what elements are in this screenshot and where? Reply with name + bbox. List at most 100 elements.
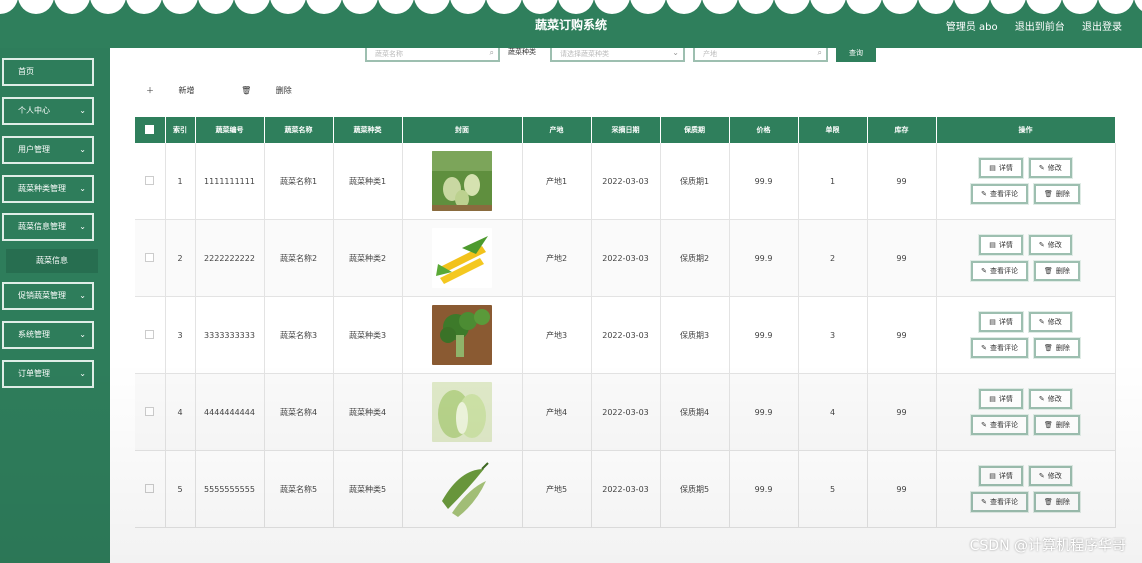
cell-cover — [402, 296, 523, 374]
cell-limit: 3 — [798, 296, 868, 374]
edit-icon: ✎ — [1038, 164, 1045, 172]
cell-limit: 1 — [798, 143, 868, 220]
column-header: 库存 — [867, 117, 937, 143]
detail-button[interactable]: ▤ 详情 — [979, 466, 1023, 486]
sidebar-subitem-veg-info[interactable]: 蔬菜信息 — [6, 249, 98, 273]
delete-button[interactable]: 🗑 删除 — [1033, 492, 1080, 512]
delete-label: 删除 — [275, 86, 292, 95]
cell-date: 2022-03-03 — [591, 219, 661, 297]
review-label: 查看评论 — [989, 344, 1018, 352]
sidebar-item-veg-info[interactable]: 蔬菜信息管理 ⌄ — [2, 213, 94, 241]
table-row: 5 5555555555 蔬菜名称5 蔬菜种类5 产地5 2022-03-03 保质期5 99… — [135, 450, 1116, 528]
query-button[interactable]: 查询 — [836, 48, 876, 62]
corn-cover-image — [432, 228, 492, 288]
logout-link[interactable]: 退出登录 — [1082, 22, 1122, 33]
delete-button[interactable]: 🗑 删除 — [1033, 338, 1080, 358]
edit-button[interactable]: ✎ 修改 — [1028, 158, 1072, 178]
cell-shelf-life: 保质期5 — [660, 450, 730, 528]
column-header: 价格 — [729, 117, 799, 143]
main-content: 蔬菜名称 ⌕ 蔬菜种类 请选择蔬菜种类 ⌄ 产地 ⌕ 查询 ＋ 新增 🗑 删除 … — [110, 48, 1142, 563]
cell-name: 蔬菜名称1 — [264, 143, 334, 220]
cell-price: 99.9 — [729, 143, 799, 220]
edit-label: 修改 — [1047, 241, 1062, 249]
cell-actions: ▤ 详情 ✎ 修改 ✎ 查看评论 🗑 删除 — [936, 296, 1116, 374]
sidebar-item-label: 蔬菜种类管理 — [18, 184, 66, 193]
checkbox-icon — [145, 329, 155, 339]
chevron-down-icon: ⌄ — [79, 106, 86, 115]
view-reviews-button[interactable]: ✎ 查看评论 — [971, 338, 1028, 358]
sidebar-item-system[interactable]: 系统管理 ⌄ — [2, 321, 94, 349]
cell-actions: ▤ 详情 ✎ 修改 ✎ 查看评论 🗑 删除 — [936, 373, 1116, 451]
table-row: 4 4444444444 蔬菜名称4 蔬菜种类4 产地4 2022-03-03 保质期4 99… — [135, 373, 1116, 451]
column-header: 操作 — [936, 117, 1116, 143]
edit-button[interactable]: ✎ 修改 — [1028, 389, 1072, 409]
broccoli-cover-image — [432, 305, 492, 365]
detail-label: 详情 — [998, 164, 1013, 172]
detail-button[interactable]: ▤ 详情 — [979, 312, 1023, 332]
cell-origin: 产地1 — [522, 143, 592, 220]
edit-button[interactable]: ✎ 修改 — [1028, 235, 1072, 255]
detail-label: 详情 — [998, 395, 1013, 403]
edit-icon: ✎ — [1038, 472, 1045, 480]
edit-icon: ✎ — [1038, 395, 1045, 403]
view-reviews-button[interactable]: ✎ 查看评论 — [971, 492, 1028, 512]
cell-name: 蔬菜名称2 — [264, 219, 334, 297]
row-checkbox[interactable] — [135, 219, 166, 297]
front-link[interactable]: 退出到前台 — [1015, 22, 1065, 33]
column-header: 蔬菜种类 — [333, 117, 403, 143]
cell-name: 蔬菜名称5 — [264, 450, 334, 528]
search-placeholder: 产地 — [703, 50, 717, 58]
edit-button[interactable]: ✎ 修改 — [1028, 466, 1072, 486]
row-checkbox[interactable] — [135, 296, 166, 374]
cell-index: 4 — [165, 373, 196, 451]
detail-label: 详情 — [998, 241, 1013, 249]
sidebar-item-personal[interactable]: 个人中心 ⌄ — [2, 97, 94, 125]
cell-stock: 99 — [867, 450, 937, 528]
column-header: 蔬菜编号 — [195, 117, 265, 143]
cell-stock: 99 — [867, 296, 937, 374]
edit-label: 修改 — [1047, 472, 1062, 480]
view-reviews-button[interactable]: ✎ 查看评论 — [971, 415, 1028, 435]
veg-type-select[interactable]: 请选择蔬菜种类 ⌄ — [550, 48, 685, 62]
cell-cover — [402, 373, 523, 451]
cell-index: 2 — [165, 219, 196, 297]
add-button[interactable]: ＋ 新增 — [146, 86, 217, 95]
view-reviews-button[interactable]: ✎ 查看评论 — [971, 184, 1028, 204]
edit-label: 修改 — [1047, 164, 1062, 172]
select-placeholder: 请选择蔬菜种类 — [560, 50, 609, 58]
cell-code: 1111111111 — [195, 143, 265, 220]
veg-name-search-input[interactable]: 蔬菜名称 ⌕ — [365, 48, 500, 62]
select-all-checkbox[interactable] — [135, 117, 166, 143]
row-checkbox[interactable] — [135, 143, 166, 220]
sidebar-item-home[interactable]: 首页 — [2, 58, 94, 86]
chevron-down-icon: ⌄ — [79, 369, 86, 378]
checkbox-icon — [145, 175, 155, 185]
view-reviews-button[interactable]: ✎ 查看评论 — [971, 261, 1028, 281]
batch-delete-button[interactable]: 🗑 删除 — [241, 86, 314, 95]
detail-button[interactable]: ▤ 详情 — [979, 389, 1023, 409]
row-checkbox[interactable] — [135, 450, 166, 528]
sidebar-item-veg-types[interactable]: 蔬菜种类管理 ⌄ — [2, 175, 94, 203]
cabbage-cover-image — [432, 382, 492, 442]
delete-button[interactable]: 🗑 删除 — [1033, 261, 1080, 281]
cell-price: 99.9 — [729, 450, 799, 528]
review-label: 查看评论 — [989, 421, 1018, 429]
delete-button[interactable]: 🗑 删除 — [1033, 415, 1080, 435]
detail-button[interactable]: ▤ 详情 — [979, 235, 1023, 255]
delete-button[interactable]: 🗑 删除 — [1033, 184, 1080, 204]
search-placeholder: 蔬菜名称 — [375, 50, 403, 58]
cell-type: 蔬菜种类3 — [333, 296, 403, 374]
sidebar-item-users[interactable]: 用户管理 ⌄ — [2, 136, 94, 164]
detail-button[interactable]: ▤ 详情 — [979, 158, 1023, 178]
row-checkbox[interactable] — [135, 373, 166, 451]
cell-name: 蔬菜名称4 — [264, 373, 334, 451]
origin-search-input[interactable]: 产地 ⌕ — [693, 48, 828, 62]
cell-name: 蔬菜名称3 — [264, 296, 334, 374]
header-user-area: 管理员 abo 退出到前台 退出登录 — [932, 18, 1122, 33]
sidebar-item-promo[interactable]: 促销蔬菜管理 ⌄ — [2, 282, 94, 310]
cell-limit: 4 — [798, 373, 868, 451]
sidebar-item-orders[interactable]: 订单管理 ⌄ — [2, 360, 94, 388]
edit-button[interactable]: ✎ 修改 — [1028, 312, 1072, 332]
detail-label: 详情 — [998, 472, 1013, 480]
sidebar-item-label: 个人中心 — [18, 106, 50, 115]
